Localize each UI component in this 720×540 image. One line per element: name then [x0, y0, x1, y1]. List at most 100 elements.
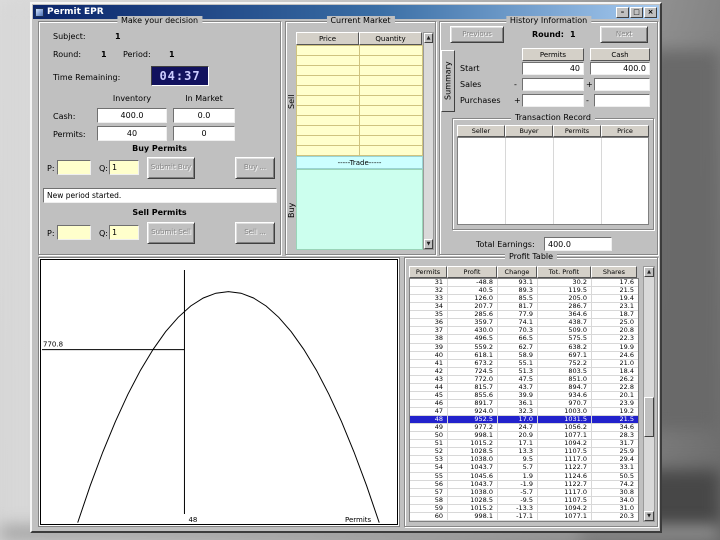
profit-table-row[interactable]: 37 430.0 70.3 509.0 20.8: [410, 327, 638, 336]
profit-table-cell: 998.1: [448, 432, 498, 440]
profit-table-cell: 1015.2: [448, 440, 498, 448]
profit-table-row[interactable]: 40 618.1 58.9 697.1 24.6: [410, 351, 638, 360]
minimize-button[interactable]: –: [616, 6, 629, 18]
shares-column-header[interactable]: Shares: [591, 266, 637, 278]
profit-table-row[interactable]: 38 496.5 66.5 575.5 22.3: [410, 335, 638, 344]
market-cell: [360, 146, 423, 156]
sell-button[interactable]: Sell ...: [235, 222, 275, 244]
profit-table-row[interactable]: 43 772.0 47.5 851.0 26.2: [410, 375, 638, 384]
profit-table-row[interactable]: 54 1043.7 5.7 1122.7 33.1: [410, 464, 638, 473]
profit-table-row[interactable]: 53 1038.0 9.5 1117.0 29.4: [410, 456, 638, 465]
history-cash-header[interactable]: Cash: [590, 48, 650, 61]
market-scroll-down-button[interactable]: ▼: [424, 239, 433, 249]
profit-table-cell: 33.1: [619, 464, 634, 472]
submit-sell-button[interactable]: Submit Sell: [147, 222, 195, 244]
profit-table-row[interactable]: 39 559.2 62.7 638.2 19.9: [410, 343, 638, 352]
profit-table-row[interactable]: 35 285.6 77.9 364.6 18.7: [410, 311, 638, 320]
market-sell-row[interactable]: [297, 56, 423, 66]
profit-table-row[interactable]: 57 1038.0 -5.7 1117.0 30.8: [410, 488, 638, 497]
profit-table-row[interactable]: 33 126.0 85.5 205.0 19.4: [410, 295, 638, 304]
price-column-header[interactable]: Price: [601, 125, 649, 137]
profit-table-cell: 29.4: [619, 456, 634, 464]
profit-table-cell: 51.3: [498, 367, 538, 375]
minimize-icon: –: [620, 7, 625, 16]
market-sell-row[interactable]: [297, 116, 423, 126]
previous-round-button[interactable]: Previous: [450, 26, 504, 43]
tot-profit-column-header[interactable]: Tot. Profit: [537, 266, 591, 278]
profit-table-cell: 31.0: [619, 504, 634, 512]
profit-table-row[interactable]: 32 40.5 89.3 119.5 21.5: [410, 287, 638, 296]
market-sell-row[interactable]: [297, 106, 423, 116]
buy-quantity-input[interactable]: [109, 160, 139, 175]
profit-table-scrollbar[interactable]: ▲ ▼: [643, 266, 655, 522]
profit-table-row[interactable]: 42 724.5 51.3 803.5 18.4: [410, 367, 638, 376]
profit-table-cell: 851.0: [538, 375, 592, 383]
profit-scroll-up-button[interactable]: ▲: [644, 267, 654, 277]
app-icon[interactable]: [35, 7, 44, 17]
market-sell-row[interactable]: [297, 96, 423, 106]
transaction-record-body[interactable]: [457, 137, 649, 225]
buyer-column-header[interactable]: Buyer: [505, 125, 553, 137]
profit-table-row[interactable]: 44 815.7 43.7 894.7 22.8: [410, 383, 638, 392]
buy-button[interactable]: Buy ...: [235, 157, 275, 179]
sell-quantity-input[interactable]: [109, 225, 139, 240]
summary-tab[interactable]: Summary: [441, 50, 455, 112]
sell-price-input[interactable]: [57, 225, 91, 240]
market-sell-row[interactable]: [297, 126, 423, 136]
profit-column-header[interactable]: Profit: [447, 266, 497, 278]
profit-table-cell: 50.5: [619, 472, 634, 480]
profit-table-row[interactable]: 48 952.5 17.0 1031.5 21.5: [410, 416, 638, 425]
market-sell-row[interactable]: [297, 46, 423, 56]
profit-table-row[interactable]: 51 1015.2 17.1 1094.2 31.7: [410, 440, 638, 449]
profit-table-row[interactable]: 56 1043.7 -1.9 1122.7 74.2: [410, 480, 638, 489]
sell-q-label: Q:: [99, 229, 108, 238]
profit-table-row[interactable]: 45 855.6 39.9 934.6 20.1: [410, 391, 638, 400]
profit-table-row[interactable]: 50 998.1 20.9 1077.1 28.3: [410, 432, 638, 441]
profit-table-cell: 21.0: [619, 359, 634, 367]
permits-column-header[interactable]: Permits: [553, 125, 601, 137]
quantity-column-header[interactable]: Quantity: [359, 32, 422, 45]
profit-table-row[interactable]: 58 1028.5 -9.5 1107.5 34.0: [410, 496, 638, 505]
profit-table-cell: 855.6: [448, 391, 498, 399]
price-column-header[interactable]: Price: [296, 32, 359, 45]
profit-table-cell: 1038.0: [448, 456, 498, 464]
market-sell-row[interactable]: [297, 76, 423, 86]
market-sell-row[interactable]: [297, 86, 423, 96]
close-button[interactable]: ×: [644, 6, 657, 18]
buy-side-label: Buy: [287, 202, 296, 218]
profit-table-row[interactable]: 41 673.2 55.1 752.2 21.0: [410, 359, 638, 368]
market-sell-row[interactable]: [297, 66, 423, 76]
profit-table-body: 31 -48.8 93.1 30.2 17.6 32 40.5 89.3 119.5 21.5 33…: [409, 278, 639, 522]
profit-table-row[interactable]: 46 891.7 36.1 970.7 23.9: [410, 399, 638, 408]
profit-table-row[interactable]: 36 359.7 74.1 438.7 25.0: [410, 319, 638, 328]
profit-scroll-down-button[interactable]: ▼: [644, 511, 654, 521]
profit-table-row[interactable]: 49 977.2 24.7 1056.2 34.6: [410, 424, 638, 433]
profit-table-row[interactable]: 60 998.1 -17.1 1077.1 20.3: [410, 512, 638, 521]
submit-buy-button[interactable]: Submit Buy: [147, 157, 195, 179]
permits-column-header[interactable]: Permits: [409, 266, 447, 278]
market-scroll-up-button[interactable]: ▲: [424, 33, 433, 43]
profit-table-row[interactable]: 47 924.0 32.3 1003.0 19.2: [410, 408, 638, 417]
market-buy-book[interactable]: [296, 169, 423, 250]
profit-table-row[interactable]: 52 1028.5 13.3 1107.5 25.9: [410, 448, 638, 457]
market-sell-row[interactable]: [297, 146, 423, 156]
profit-table-row[interactable]: 31 -48.8 93.1 30.2 17.6: [410, 279, 638, 288]
market-cell: [297, 126, 360, 136]
buy-price-input[interactable]: [57, 160, 91, 175]
market-sell-book[interactable]: [296, 45, 423, 156]
history-permits-header[interactable]: Permits: [522, 48, 584, 61]
change-column-header[interactable]: Change: [497, 266, 537, 278]
profit-table-cell: 45: [410, 391, 448, 399]
profit-scrollbar-thumb[interactable]: [644, 397, 654, 437]
profit-table-row[interactable]: 34 207.7 81.7 286.7 23.1: [410, 303, 638, 312]
market-scrollbar[interactable]: ▲ ▼: [423, 32, 434, 250]
profit-table-cell: 559.2: [448, 343, 498, 351]
profit-table-cell: 1094.2: [538, 440, 592, 448]
profit-table-cell: 1038.0: [448, 488, 498, 496]
market-sell-row[interactable]: [297, 136, 423, 146]
next-round-button[interactable]: Next: [600, 26, 648, 43]
seller-column-header[interactable]: Seller: [457, 125, 505, 137]
profit-table-row[interactable]: 55 1045.6 1.9 1124.6 50.5: [410, 472, 638, 481]
maximize-button[interactable]: □: [630, 6, 643, 18]
profit-table-row[interactable]: 59 1015.2 -13.3 1094.2 31.0: [410, 504, 638, 513]
